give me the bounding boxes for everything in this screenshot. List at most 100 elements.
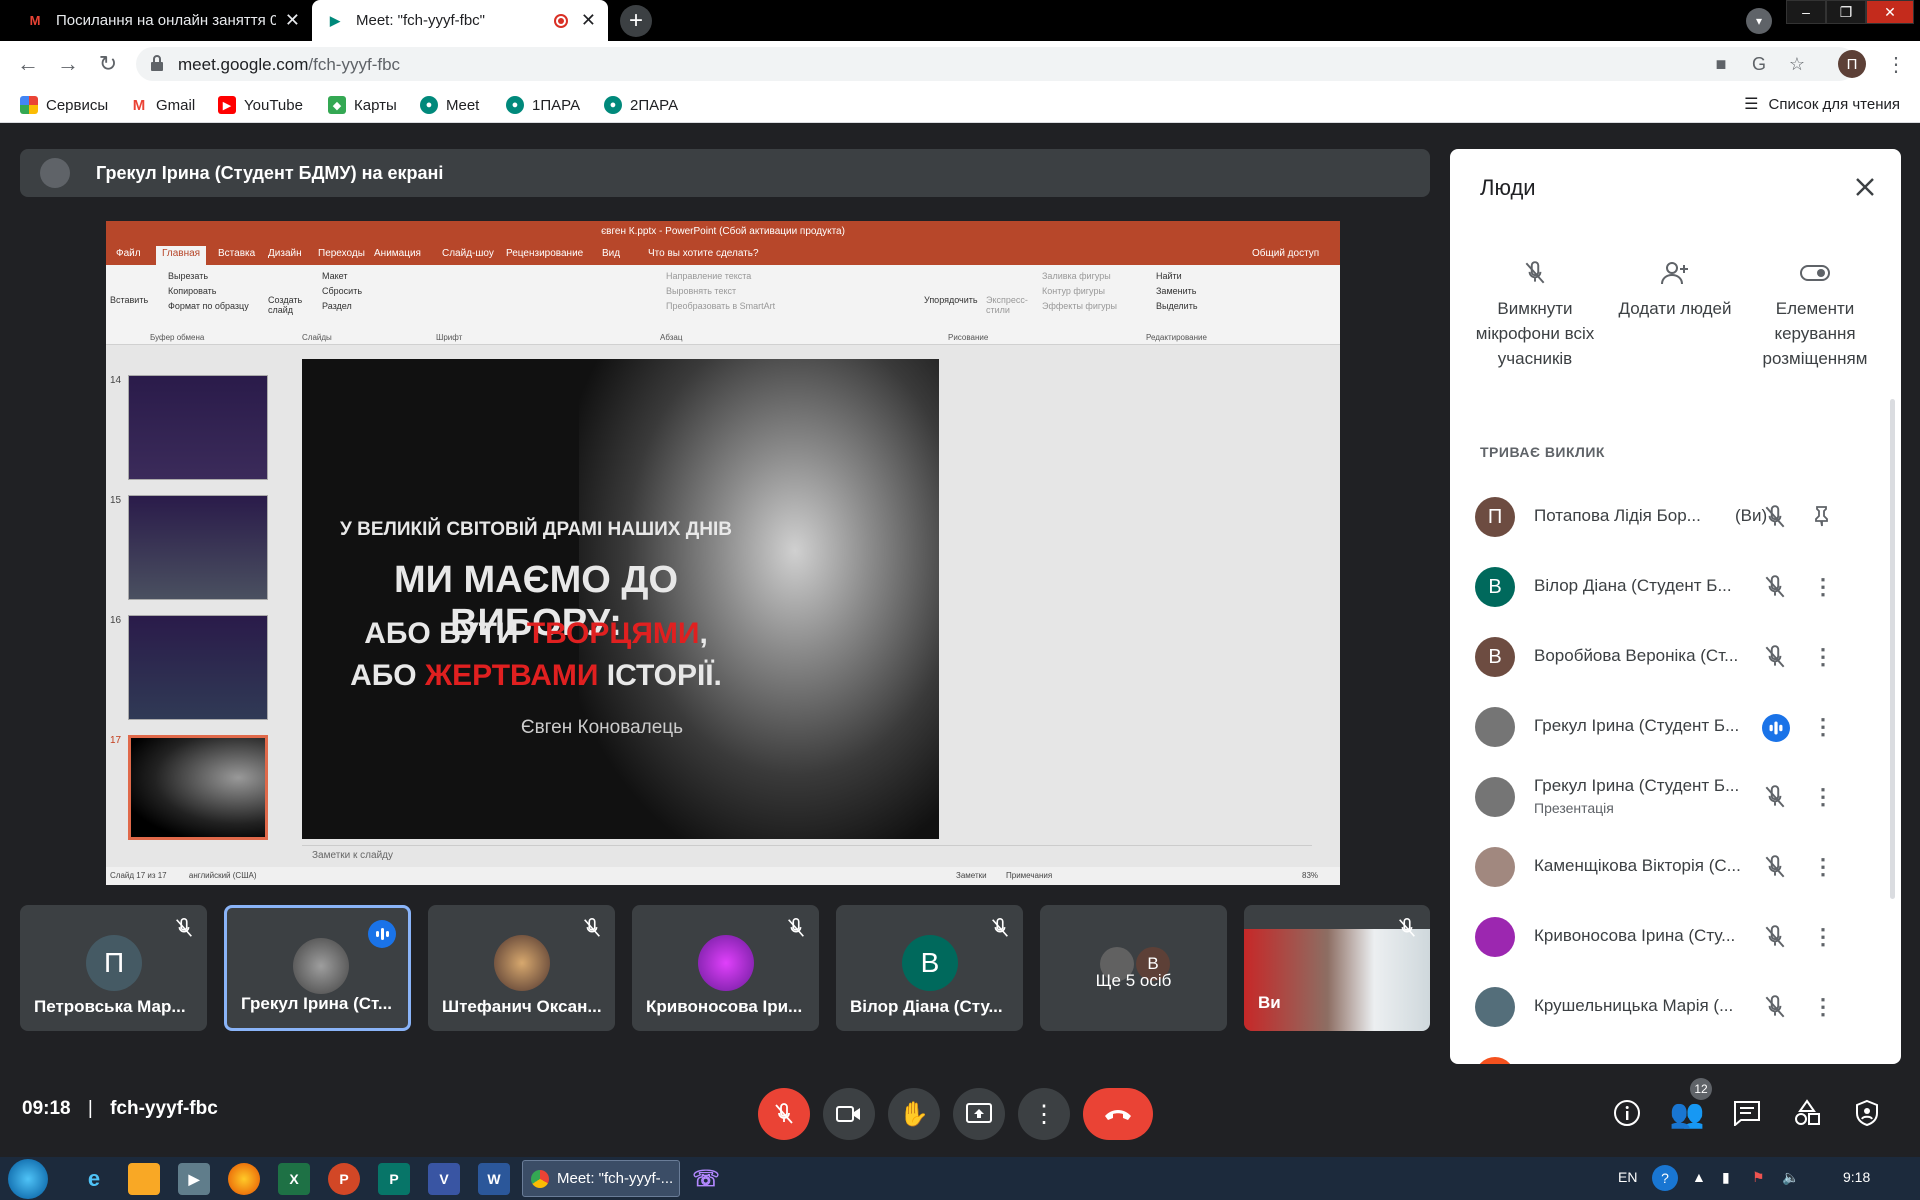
activities-button[interactable] bbox=[1787, 1093, 1827, 1133]
more-vert-icon[interactable]: ⋮ bbox=[1810, 994, 1836, 1020]
browser-tab-meet[interactable]: ▶ Meet: "fch-yyyf-fbc" ✕ bbox=[312, 0, 608, 41]
explorer-icon[interactable] bbox=[128, 1163, 160, 1195]
meeting-info-button[interactable] bbox=[1607, 1093, 1647, 1133]
participant-row[interactable]: Грекул Ірина (Студент Б... Презентація ⋮ bbox=[1450, 762, 1901, 832]
mic-off-icon[interactable] bbox=[1762, 924, 1788, 950]
flag-icon[interactable]: ⚑ bbox=[1752, 1169, 1765, 1186]
translate-icon[interactable]: G bbox=[1748, 53, 1770, 75]
volume-icon[interactable]: 🔈 bbox=[1782, 1169, 1799, 1186]
more-vert-icon[interactable]: ⋮ bbox=[1810, 924, 1836, 950]
new-tab-button[interactable]: + bbox=[620, 5, 652, 37]
participant-row[interactable]: Каменщікова Вікторія (С... ⋮ bbox=[1450, 832, 1901, 902]
host-controls-button[interactable]: Елементи керування розміщенням bbox=[1740, 254, 1890, 371]
mic-off-icon[interactable] bbox=[1762, 994, 1788, 1020]
participant-row[interactable]: Крушельницька Марія (... ⋮ bbox=[1450, 972, 1901, 1042]
mic-toggle-button[interactable] bbox=[758, 1088, 810, 1140]
close-window-button[interactable]: ✕ bbox=[1866, 0, 1914, 24]
browser-menu-icon[interactable]: ⋮ bbox=[1882, 50, 1910, 78]
slide-thumbnail-selected[interactable] bbox=[128, 735, 268, 840]
present-button[interactable] bbox=[953, 1088, 1005, 1140]
participant-tile-speaking[interactable]: Грекул Ірина (Ст... bbox=[224, 905, 411, 1031]
mic-off-icon[interactable] bbox=[1762, 644, 1788, 670]
bookmark-meet[interactable]: ● Meet bbox=[420, 94, 479, 116]
participant-row[interactable]: Кривоносова Ірина (Сту... ⋮ bbox=[1450, 902, 1901, 972]
shared-screen: євген К.pptx - PowerPoint (Сбой активаци… bbox=[106, 221, 1340, 885]
language-indicator[interactable]: EN bbox=[1618, 1169, 1637, 1185]
profile-avatar[interactable]: П bbox=[1838, 50, 1866, 78]
leave-call-button[interactable] bbox=[1083, 1088, 1153, 1140]
bookmark-maps[interactable]: ◆ Карты bbox=[328, 94, 397, 116]
firefox-icon[interactable] bbox=[228, 1163, 260, 1195]
clock[interactable]: 9:18 bbox=[1843, 1169, 1870, 1185]
participant-tile[interactable]: В Вілор Діана (Сту... bbox=[836, 905, 1023, 1031]
back-icon[interactable]: ← bbox=[14, 50, 42, 78]
speaking-indicator-icon[interactable] bbox=[1762, 714, 1790, 742]
more-vert-icon[interactable]: ⋮ bbox=[1810, 854, 1836, 880]
participant-tile[interactable]: Кривоносова Іри... bbox=[632, 905, 819, 1031]
mic-off-icon[interactable] bbox=[1762, 784, 1788, 810]
taskbar-chrome-window[interactable]: Meet: "fch-yyyf-... bbox=[522, 1160, 680, 1197]
more-vert-icon[interactable]: ⋮ bbox=[1810, 784, 1836, 810]
reload-icon[interactable]: ↻ bbox=[94, 50, 122, 78]
publisher-icon[interactable]: P bbox=[378, 1163, 410, 1195]
mic-off-icon[interactable] bbox=[1762, 854, 1788, 880]
participant-row[interactable]: В Воробйова Вероніка (Ст... ⋮ bbox=[1450, 622, 1901, 692]
slide-thumbnail[interactable] bbox=[128, 375, 268, 480]
word-icon[interactable]: W bbox=[478, 1163, 510, 1195]
camera-toggle-button[interactable] bbox=[823, 1088, 875, 1140]
mic-off-icon[interactable] bbox=[1762, 504, 1788, 530]
network-icon[interactable]: ▮ bbox=[1722, 1169, 1730, 1186]
media-icon[interactable]: ▶ bbox=[178, 1163, 210, 1195]
mute-all-button[interactable]: Вимкнути мікрофони всіх учасників bbox=[1460, 254, 1610, 371]
raise-hand-button[interactable]: ✋ bbox=[888, 1088, 940, 1140]
slide-thumbnail[interactable] bbox=[128, 615, 268, 720]
more-vert-icon[interactable]: ⋮ bbox=[1810, 574, 1836, 600]
slide-thumbnail[interactable] bbox=[128, 495, 268, 600]
viber-icon[interactable]: ☏ bbox=[690, 1163, 722, 1195]
participant-row[interactable]: П Потапова Лідія Бор... (Ви) bbox=[1450, 482, 1901, 552]
close-tab-icon[interactable]: ✕ bbox=[581, 10, 596, 31]
forward-icon[interactable]: → bbox=[54, 50, 82, 78]
browser-tab-gmail[interactable]: M Посилання на онлайн заняття 0 ✕ bbox=[12, 0, 312, 41]
bookmark-services[interactable]: Сервисы bbox=[20, 94, 108, 116]
address-bar[interactable]: meet.google.com/fch-yyyf-fbc ■ G ☆ bbox=[136, 47, 1856, 81]
mic-off-icon[interactable] bbox=[1762, 574, 1788, 600]
participant-tile[interactable]: Штефанич Оксан... bbox=[428, 905, 615, 1031]
powerpoint-icon[interactable]: P bbox=[328, 1163, 360, 1195]
self-view-tile[interactable]: Ви bbox=[1244, 905, 1430, 1031]
lock-icon bbox=[151, 55, 163, 71]
host-controls-button[interactable] bbox=[1847, 1093, 1887, 1133]
start-button[interactable] bbox=[8, 1159, 48, 1199]
tray-arrow-icon[interactable]: ▲ bbox=[1692, 1169, 1706, 1185]
star-icon[interactable]: ☆ bbox=[1786, 53, 1808, 75]
avatar: П bbox=[1475, 497, 1515, 537]
pin-icon[interactable] bbox=[1810, 504, 1836, 530]
camera-icon[interactable]: ■ bbox=[1710, 53, 1732, 75]
more-vert-icon[interactable]: ⋮ bbox=[1810, 644, 1836, 670]
close-tab-icon[interactable]: ✕ bbox=[285, 10, 300, 31]
excel-icon[interactable]: X bbox=[278, 1163, 310, 1195]
add-people-button[interactable]: Додати людей bbox=[1600, 254, 1750, 321]
slide-number: 17 bbox=[110, 735, 122, 746]
bookmark-1para[interactable]: ● 1ПАРА bbox=[506, 94, 580, 116]
chat-button[interactable] bbox=[1727, 1093, 1767, 1133]
participant-row[interactable]: Грекул Ірина (Студент Б... ⋮ bbox=[1450, 692, 1901, 762]
bookmark-2para[interactable]: ● 2ПАРА bbox=[604, 94, 678, 116]
help-icon[interactable]: ? bbox=[1652, 1165, 1678, 1191]
participant-row[interactable]: В Вілор Діана (Студент Б... ⋮ bbox=[1450, 552, 1901, 622]
more-vert-icon[interactable]: ⋮ bbox=[1810, 714, 1836, 740]
participant-tile[interactable]: П Петровська Мар... bbox=[20, 905, 207, 1031]
bookmark-gmail[interactable]: M Gmail bbox=[130, 94, 195, 116]
visio-icon[interactable]: V bbox=[428, 1163, 460, 1195]
tab-search-icon[interactable]: ▾ bbox=[1746, 8, 1772, 34]
participant-row[interactable]: ККуклова Марія (Студент ...⋮ bbox=[1450, 1042, 1901, 1064]
activities-icon bbox=[1795, 1099, 1820, 1125]
ie-icon[interactable]: e bbox=[78, 1163, 110, 1195]
more-participants-tile[interactable]: В Ще 5 осіб bbox=[1040, 905, 1227, 1031]
more-options-button[interactable]: ⋮ bbox=[1018, 1088, 1070, 1140]
minimize-button[interactable]: – bbox=[1786, 0, 1826, 24]
close-icon[interactable] bbox=[1851, 173, 1879, 201]
maximize-button[interactable]: ❐ bbox=[1826, 0, 1866, 24]
bookmark-youtube[interactable]: ▶ YouTube bbox=[218, 94, 303, 116]
reading-list-button[interactable]: ☰ Список для чтения bbox=[1744, 94, 1900, 114]
